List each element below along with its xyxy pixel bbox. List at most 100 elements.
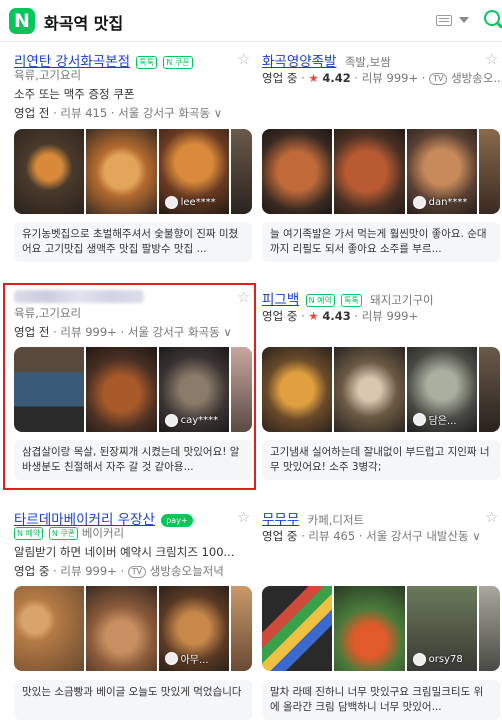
status-line: 영업 전 · 리뷰 999+ · 서울 강서구 화곡동 ∨ — [14, 325, 232, 339]
photo[interactable] — [334, 586, 405, 671]
category: 베이커리 — [81, 526, 125, 540]
restaurant-card[interactable]: 리연탄 강서화곡본점 톡톡 N 쿠폰 ☆ 육류,고기요리 소주 또는 맥주 증정… — [14, 48, 252, 266]
promo-text[interactable]: 소주 또는 맥주 증정 쿠폰 — [14, 86, 134, 102]
search-icon[interactable] — [484, 10, 500, 26]
review-snippet[interactable]: 맛있는 소금빵과 베이글 오늘도 맛있게 먹었습니다 — [14, 680, 252, 720]
blurred-restaurant-name[interactable] — [14, 289, 144, 303]
tv-icon: TV — [127, 565, 147, 578]
bookmark-star-icon[interactable]: ☆ — [485, 52, 500, 67]
review-count: 리뷰 999+ — [60, 564, 117, 578]
rating: 4.42 — [322, 71, 351, 85]
review-snippet[interactable]: 늘 여기족발은 가서 먹는게 훨씬맛이 좋아요. 순대까지 리필도 되서 좋아요… — [262, 222, 500, 262]
photo-user: cay**** — [164, 414, 218, 427]
photo[interactable] — [86, 586, 157, 671]
restaurant-card[interactable]: ☆ 육류,고기요리 영업 전 · 리뷰 999+ · 서울 강서구 화곡동 ∨ … — [14, 286, 252, 486]
avatar — [412, 196, 426, 209]
search-query[interactable]: 화곡역 맛집 — [44, 10, 123, 34]
naver-logo[interactable]: N — [9, 8, 35, 34]
restaurant-card[interactable]: 무무무 카페,디저트 ☆ 영업 중 · 리뷰 465 · 서울 강서구 내발산동… — [262, 506, 500, 724]
category-row: N 예약 N 쿠폰 베이커리 — [14, 525, 124, 541]
restaurant-name-link[interactable]: 피그백 — [262, 292, 299, 308]
open-status: 영업 중 — [262, 309, 298, 323]
photo[interactable] — [334, 129, 405, 214]
review-count: 리뷰 415 — [60, 106, 108, 120]
photo[interactable] — [334, 347, 405, 432]
photo-user: dan**** — [412, 196, 467, 209]
photo[interactable] — [86, 129, 157, 214]
review-count: 리뷰 999+ — [60, 325, 117, 339]
avatar — [164, 196, 178, 209]
photo[interactable]: 아무... — [158, 586, 229, 671]
avatar — [412, 413, 426, 426]
status-line: 영업 전 · 리뷰 415 · 서울 강서구 화곡동 ∨ — [14, 106, 223, 120]
photo[interactable]: lee**** — [158, 129, 229, 214]
photo-strip[interactable]: 아무... — [14, 586, 252, 671]
chevron-down-icon[interactable]: ∨ — [223, 325, 231, 339]
photo-strip[interactable]: lee**** — [14, 129, 252, 214]
review-count: 리뷰 999+ — [361, 71, 419, 85]
photo-strip[interactable]: orsy78 — [262, 586, 500, 671]
photo-user: 아무... — [164, 651, 209, 666]
review-snippet[interactable]: 말차 라떼 진하니 너무 맛있구요 크림밀크티도 위에 올라간 크림 담백하니 … — [262, 680, 500, 720]
talk-badge: 톡톡 — [136, 55, 158, 69]
chevron-down-icon[interactable]: ∨ — [214, 106, 222, 120]
photo-strip[interactable]: 담은... — [262, 347, 500, 432]
chevron-down-icon[interactable]: ∨ — [472, 529, 480, 543]
photo[interactable]: cay**** — [158, 347, 229, 432]
bookmark-star-icon[interactable]: ☆ — [237, 52, 252, 67]
location: 서울 강서구 내발산동 — [366, 529, 469, 543]
rating: 4.43 — [322, 309, 351, 323]
photo[interactable]: 담은... — [406, 347, 477, 432]
location: 서울 강서구 화곡동 — [127, 325, 220, 339]
photo[interactable] — [478, 347, 500, 432]
photo[interactable] — [230, 347, 252, 432]
photo[interactable] — [262, 129, 333, 214]
restaurant-card[interactable]: 화곡영양족발 족발,보쌈 ☆ 영업 중 · ★ 4.42 · 리뷰 999+ ·… — [262, 48, 502, 266]
restaurant-card[interactable]: 피그백 N 예약 톡톡 돼지고기구이 영업 중 · ★ 4.43 · 리뷰 99… — [262, 286, 500, 486]
photo-strip[interactable]: cay**** — [14, 347, 252, 432]
photo[interactable] — [478, 586, 500, 671]
photo[interactable] — [262, 586, 333, 671]
caret-down-icon[interactable] — [459, 17, 469, 23]
open-status: 영업 전 — [14, 106, 50, 120]
bookmark-star-icon[interactable]: ☆ — [485, 510, 500, 525]
review-snippet[interactable]: 고기냄새 실어하는데 잘내없이 부드럽고 지인짜 너무 맛있어요! 소주 3병각… — [262, 440, 500, 480]
restaurant-card[interactable]: 타르데마베이커리 우장산 pay+ ☆ N 예약 N 쿠폰 베이커리 알림받기 … — [14, 506, 252, 724]
avatar — [412, 653, 426, 666]
category: 육류,고기요리 — [14, 306, 82, 320]
keyboard-icon[interactable] — [436, 15, 452, 26]
photo[interactable] — [230, 586, 252, 671]
restaurant-name-link[interactable]: 화곡영양족발 — [262, 54, 337, 70]
star-icon: ★ — [308, 71, 319, 85]
restaurant-name-row: 화곡영양족발 족발,보쌈 — [262, 50, 391, 70]
bookmark-star-icon[interactable]: ☆ — [237, 510, 252, 525]
promo-text[interactable]: 알림받기 하면 네이버 예약시 크림치즈 100... — [14, 544, 234, 560]
bookmark-star-icon[interactable]: ☆ — [237, 290, 252, 305]
location: 서울 강서구 화곡동 — [118, 106, 211, 120]
review-count: 리뷰 999+ — [361, 309, 419, 323]
booking-badge: N 예약 — [305, 293, 335, 307]
photo[interactable] — [86, 347, 157, 432]
star-icon: ★ — [308, 309, 319, 323]
photo[interactable] — [262, 347, 333, 432]
review-count: 리뷰 465 — [308, 529, 356, 543]
photo[interactable]: dan**** — [406, 129, 477, 214]
photo[interactable] — [478, 129, 500, 214]
review-snippet[interactable]: 삼겹살이랑 목살, 된장찌개 시켰는데 맛있어요! 알바생분도 친절해서 자주 … — [14, 440, 252, 480]
restaurant-name-row — [14, 288, 144, 304]
review-snippet[interactable]: 유기농벳집으로 초벌해주셔서 숯불향이 진짜 미쳤어요 고기맛집 생맥주 맛집 … — [14, 222, 252, 262]
avatar — [164, 414, 178, 427]
tv-icon: TV — [429, 72, 448, 85]
photo-user: lee**** — [164, 196, 216, 209]
category: 육류,고기요리 — [14, 68, 82, 82]
photo[interactable] — [230, 129, 252, 214]
photo[interactable] — [14, 129, 85, 214]
search-header: N 화곡역 맛집 — [0, 0, 502, 42]
photo[interactable] — [14, 586, 85, 671]
status-line: 영업 중 · ★ 4.42 · 리뷰 999+ · TV 생방송오... — [262, 70, 502, 86]
photo-strip[interactable]: dan**** — [262, 129, 500, 214]
restaurant-name-link[interactable]: 무무무 — [262, 512, 299, 528]
photo[interactable] — [14, 347, 85, 432]
avatar — [164, 652, 178, 665]
photo[interactable]: orsy78 — [406, 586, 477, 671]
